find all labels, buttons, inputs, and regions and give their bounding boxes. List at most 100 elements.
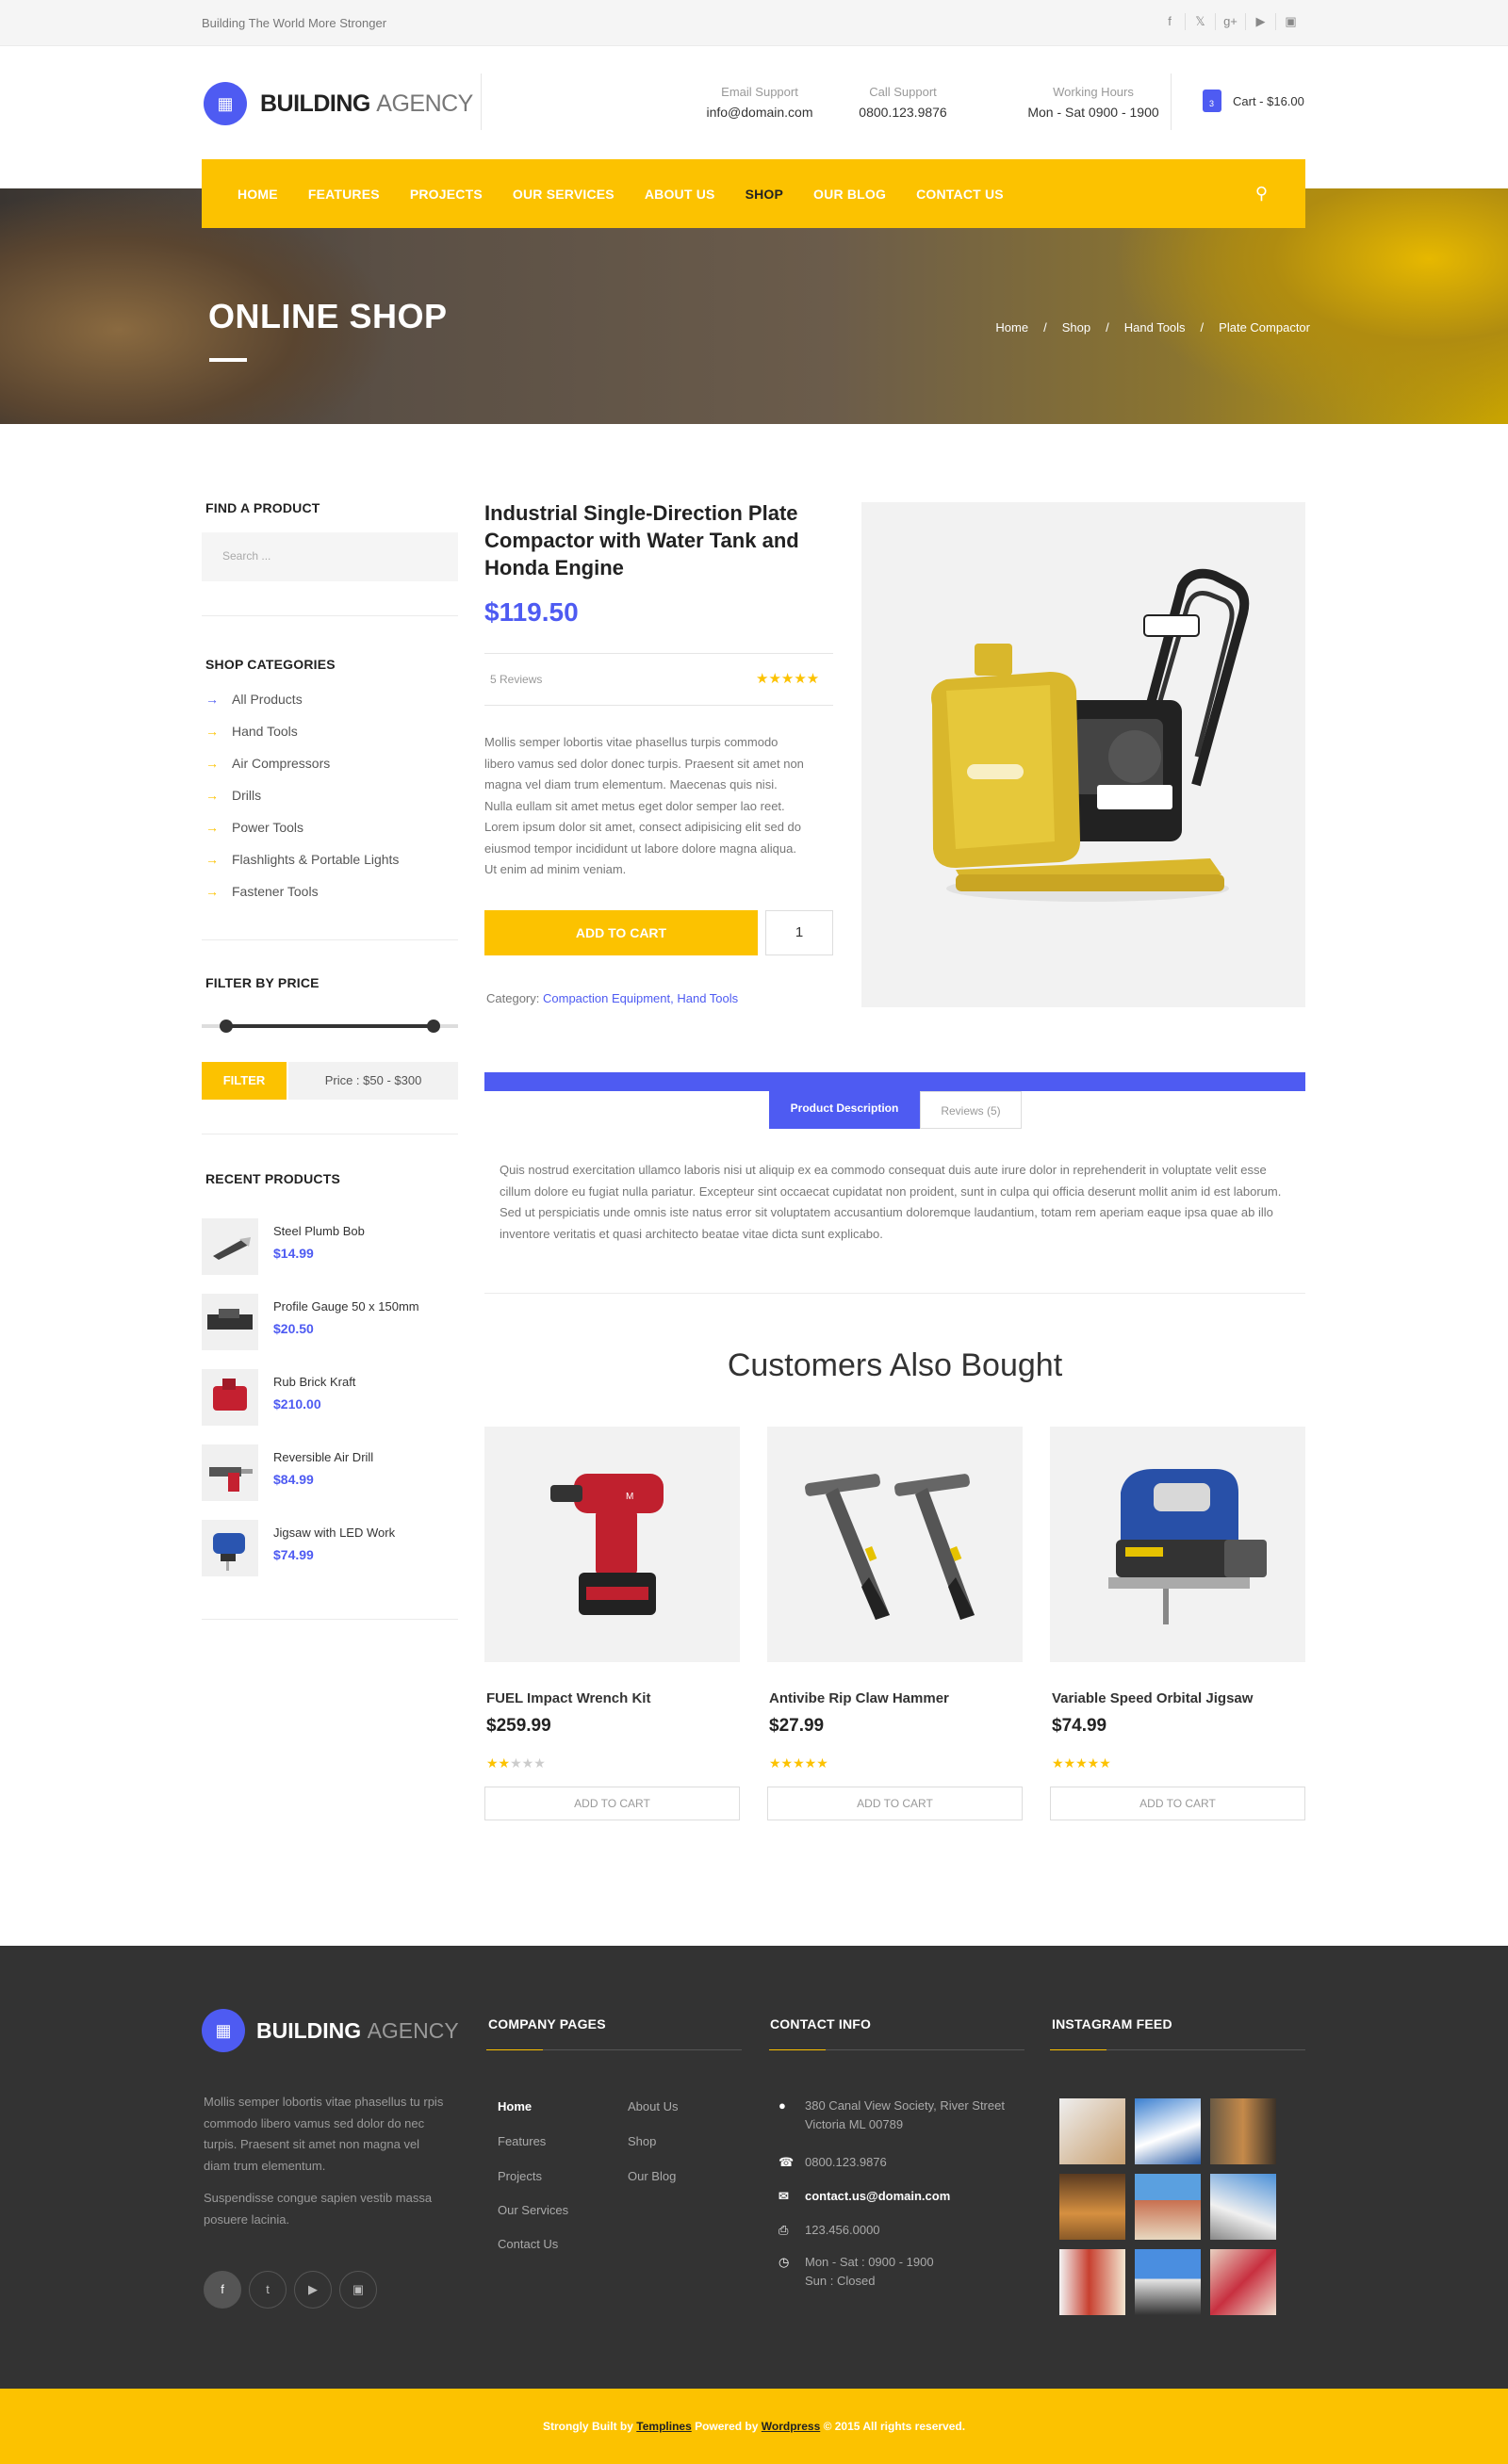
instagram-photo[interactable] (1059, 2249, 1125, 2315)
product-thumbnail[interactable] (202, 1444, 258, 1501)
instagram-icon[interactable]: ▣ (1275, 13, 1305, 30)
footer-logo[interactable]: ▦ BUILDING AGENCY (202, 2009, 459, 2052)
instagram-icon[interactable]: ▣ (339, 2271, 377, 2309)
product-thumbnail[interactable] (202, 1218, 258, 1275)
breadcrumb-shop[interactable]: Shop (1062, 320, 1090, 335)
instagram-photo[interactable] (1210, 2174, 1276, 2240)
add-to-cart-button[interactable]: ADD TO CART (767, 1787, 1023, 1820)
footer-link-our-blog[interactable]: Our Blog (628, 2169, 676, 2183)
product-image[interactable] (767, 1427, 1023, 1662)
recent-product[interactable]: Profile Gauge 50 x 150mm $20.50 (202, 1294, 458, 1369)
footer-link-about-us[interactable]: About Us (628, 2099, 678, 2113)
footer-link-features[interactable]: Features (498, 2134, 546, 2148)
product-image[interactable] (1050, 1427, 1305, 1662)
facebook-icon[interactable]: f (204, 2271, 241, 2309)
category-item[interactable]: → Drills (205, 779, 458, 811)
hours-line-2: Sun : Closed (805, 2274, 876, 2288)
review-count[interactable]: 5 Reviews (490, 673, 542, 686)
nav-contact-us[interactable]: CONTACT US (916, 187, 1004, 202)
breadcrumb-hand-tools[interactable]: Hand Tools (1124, 320, 1186, 335)
site-logo[interactable]: ▦ BUILDING AGENCY (204, 82, 473, 125)
recent-product-name[interactable]: Rub Brick Kraft (273, 1375, 355, 1389)
product-image[interactable] (861, 502, 1305, 1007)
category-item[interactable]: → Flashlights & Portable Lights (205, 843, 458, 875)
twitter-icon[interactable]: 𝕏 (1185, 13, 1215, 30)
breadcrumb-home[interactable]: Home (995, 320, 1028, 335)
recent-product-price: $84.99 (273, 1472, 314, 1487)
email-support-value[interactable]: info@domain.com (675, 105, 844, 120)
tab-reviews[interactable]: Reviews (5) (920, 1091, 1022, 1129)
product-thumbnail[interactable] (202, 1520, 258, 1576)
category-item[interactable]: → Fastener Tools (205, 875, 458, 907)
add-to-cart-button[interactable]: ADD TO CART (1050, 1787, 1305, 1820)
nav-about-us[interactable]: ABOUT US (645, 187, 715, 202)
recent-product-name[interactable]: Profile Gauge 50 x 150mm (273, 1299, 419, 1314)
nav-our-blog[interactable]: OUR BLOG (813, 187, 886, 202)
category-links[interactable]: Compaction Equipment, Hand Tools (543, 991, 738, 1005)
filter-button[interactable]: FILTER (202, 1062, 287, 1100)
nav-projects[interactable]: PROJECTS (410, 187, 483, 202)
category-item[interactable]: → Air Compressors (205, 747, 458, 779)
contact-info-title: CONTACT INFO (770, 2016, 872, 2032)
recent-product[interactable]: Steel Plumb Bob $14.99 (202, 1218, 458, 1294)
nav-home[interactable]: HOME (238, 187, 278, 202)
tab-product-description[interactable]: Product Description (769, 1082, 920, 1129)
cart-link[interactable]: 3 Cart - $16.00 (1203, 90, 1304, 112)
product-image[interactable]: M (484, 1427, 740, 1662)
price-slider[interactable] (202, 1020, 458, 1033)
call-support-value[interactable]: 0800.123.9876 (828, 105, 978, 120)
price-range-label: Price : $50 - $300 (288, 1062, 458, 1100)
recent-product[interactable]: Jigsaw with LED Work $74.99 (202, 1520, 458, 1595)
product-search-input[interactable]: Search ... (202, 532, 458, 581)
product-name[interactable]: Variable Speed Orbital Jigsaw (1050, 1690, 1305, 1706)
instagram-photo[interactable] (1135, 2098, 1201, 2164)
recent-product[interactable]: Rub Brick Kraft $210.00 (202, 1369, 458, 1444)
product-name[interactable]: FUEL Impact Wrench Kit (484, 1690, 740, 1706)
instagram-photo[interactable] (1210, 2249, 1276, 2315)
nav-our-services[interactable]: OUR SERVICES (513, 187, 615, 202)
nav-features[interactable]: FEATURES (308, 187, 380, 202)
instagram-photo[interactable] (1135, 2174, 1201, 2240)
instagram-photo[interactable] (1135, 2249, 1201, 2315)
add-to-cart-button[interactable]: ADD TO CART (484, 1787, 740, 1820)
recent-product-name[interactable]: Reversible Air Drill (273, 1450, 373, 1464)
breadcrumb: Home / Shop / Hand Tools / Plate Compact… (995, 320, 1310, 335)
footer-link-projects[interactable]: Projects (498, 2169, 542, 2183)
nav-shop[interactable]: SHOP (746, 187, 783, 202)
twitter-icon[interactable]: t (249, 2271, 287, 2309)
recent-product-name[interactable]: Jigsaw with LED Work (273, 1526, 395, 1540)
category-item[interactable]: → Hand Tools (205, 715, 458, 747)
rating-stars: ★★★★★ (484, 1755, 740, 1771)
recent-product[interactable]: Reversible Air Drill $84.99 (202, 1444, 458, 1520)
add-to-cart-button[interactable]: ADD TO CART (484, 910, 758, 955)
facebook-icon[interactable]: f (1155, 13, 1185, 30)
footer-link-our-services[interactable]: Our Services (498, 2203, 568, 2217)
main-nav: HOME FEATURES PROJECTS OUR SERVICES ABOU… (202, 159, 1305, 228)
templines-link[interactable]: Templines (636, 2420, 691, 2433)
product-name[interactable]: Antivibe Rip Claw Hammer (767, 1690, 1023, 1706)
call-support-label: Call Support (869, 85, 937, 99)
footer-link-home[interactable]: Home (498, 2099, 532, 2113)
google-plus-icon[interactable]: g+ (1215, 13, 1245, 30)
instagram-photo[interactable] (1059, 2174, 1125, 2240)
instagram-photo[interactable] (1059, 2098, 1125, 2164)
footer-link-shop[interactable]: Shop (628, 2134, 656, 2148)
quantity-input[interactable]: 1 (765, 910, 833, 955)
building-icon: ▦ (202, 2009, 245, 2052)
product-thumbnail[interactable] (202, 1294, 258, 1350)
arrow-right-icon: → (205, 884, 219, 899)
youtube-icon[interactable]: ▶ (294, 2271, 332, 2309)
footer-link-contact-us[interactable]: Contact Us (498, 2237, 558, 2251)
category-item[interactable]: → All Products (205, 683, 458, 715)
search-icon[interactable]: ⚲ (1255, 184, 1268, 204)
price-slider-min-handle[interactable] (220, 1020, 233, 1033)
youtube-icon[interactable]: ▶ (1245, 13, 1275, 30)
instagram-photo[interactable] (1210, 2098, 1276, 2164)
price-slider-max-handle[interactable] (427, 1020, 440, 1033)
recent-product-name[interactable]: Steel Plumb Bob (273, 1224, 365, 1238)
category-item[interactable]: → Power Tools (205, 811, 458, 843)
product-thumbnail[interactable] (202, 1369, 258, 1426)
email-value[interactable]: contact.us@domain.com (805, 2187, 950, 2206)
wordpress-link[interactable]: Wordpress (762, 2420, 820, 2433)
phone-value[interactable]: 0800.123.9876 (805, 2153, 887, 2172)
